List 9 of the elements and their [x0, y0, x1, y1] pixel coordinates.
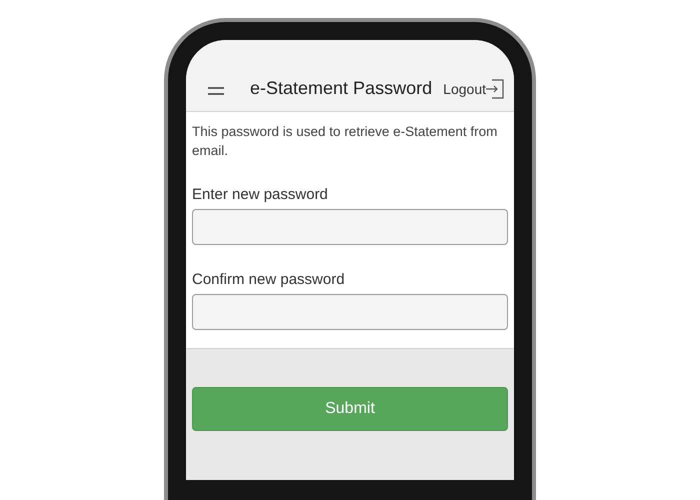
description-text: This password is used to retrieve e-Statement from email. [192, 123, 498, 160]
menu-icon[interactable] [208, 87, 224, 95]
logout-link[interactable]: Logout [443, 79, 504, 99]
password-field[interactable] [192, 294, 508, 330]
logout-icon [486, 79, 504, 99]
field-label: Confirm new password [192, 271, 346, 288]
page-title: e-Statement Password [250, 78, 434, 99]
password-field[interactable] [192, 209, 508, 245]
field-label: Enter new password [192, 186, 329, 203]
